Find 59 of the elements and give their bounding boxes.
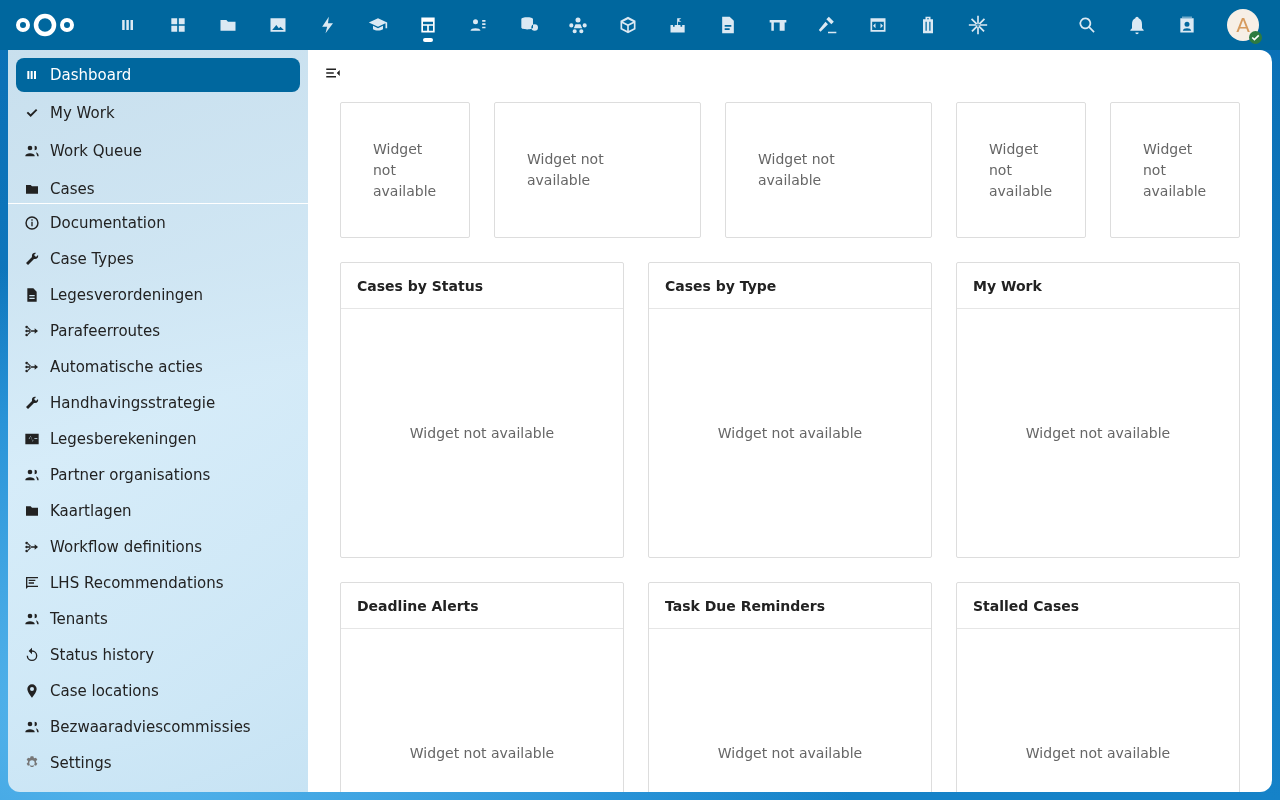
sidebar-item[interactable]: Settings	[16, 746, 308, 779]
wrench-icon	[24, 394, 40, 411]
sidebar-item[interactable]: Cases	[16, 172, 300, 203]
wrench-icon	[24, 250, 40, 267]
widget-message: Widget not available	[409, 425, 555, 441]
widget-message: Widget not available	[717, 425, 863, 441]
location-pin-icon	[24, 682, 40, 699]
widget-message: Widget not available	[758, 150, 836, 190]
sidebar-item[interactable]: Tenants	[16, 602, 308, 635]
widget-message: Widget not available	[527, 150, 605, 190]
contact-card-icon[interactable]	[1177, 15, 1197, 35]
sidebar-item[interactable]: Automatische acties	[16, 350, 308, 383]
sidebar-item[interactable]: Legesberekeningen	[16, 422, 308, 455]
logo-icon[interactable]	[15, 12, 75, 38]
widget-message: Widget not available	[373, 139, 437, 201]
sidebar-item[interactable]: Parafeerroutes	[16, 314, 308, 347]
widget-title: Deadline Alerts	[357, 597, 479, 614]
code-icon[interactable]	[868, 15, 888, 35]
image-icon[interactable]	[268, 15, 288, 35]
sidebar-item[interactable]: Workflow definitions	[16, 530, 308, 563]
comment-icon	[24, 574, 40, 591]
people-icon	[24, 143, 40, 159]
sidebar-item[interactable]: Case Types	[16, 242, 308, 275]
snowflake-icon[interactable]	[968, 15, 988, 35]
widget-message: Widget not available	[1143, 139, 1207, 201]
bell-icon[interactable]	[1127, 15, 1147, 35]
info-icon	[24, 214, 40, 231]
cube-icon[interactable]	[618, 15, 638, 35]
sidebar-item[interactable]: Documentation	[16, 206, 308, 239]
widget-message: Widget not available	[1025, 425, 1171, 441]
search-icon[interactable]	[1077, 15, 1097, 35]
widget-message: Widget not available	[717, 745, 863, 761]
sidebar-item[interactable]: Legesverordeningen	[16, 278, 308, 311]
widget-title: Stalled Cases	[973, 597, 1080, 614]
widget-message: Widget not available	[989, 139, 1053, 201]
active-indicator	[423, 38, 433, 42]
sidebar-item[interactable]: Kaartlagen	[16, 494, 308, 527]
sidebar-item[interactable]: Bezwaaradviescommissies	[16, 710, 308, 743]
sidebar-item[interactable]: Status history	[16, 638, 308, 671]
sidebar-item[interactable]: LHS Recommendations	[16, 566, 308, 599]
network-icon[interactable]	[568, 15, 588, 35]
refresh-icon	[24, 646, 40, 663]
gavel-icon[interactable]	[818, 15, 838, 35]
sidebar-item[interactable]: Work Queue	[16, 134, 300, 168]
castle-icon[interactable]	[668, 15, 688, 35]
widget-title: Cases by Type	[665, 277, 777, 294]
table-icon[interactable]	[418, 15, 438, 35]
sidebar-item[interactable]: Handhavingsstrategie	[16, 386, 308, 419]
sidebar-item[interactable]: My Work	[16, 96, 300, 130]
sidebar-item[interactable]: Case locations	[16, 674, 308, 707]
document-icon	[24, 286, 40, 303]
widget-title: My Work	[973, 277, 1042, 294]
widget-message: Widget not available	[1025, 745, 1171, 761]
widget-message: Widget not available	[409, 745, 555, 761]
widget-title: Cases by Status	[357, 277, 483, 294]
grid-icon[interactable]	[168, 15, 188, 35]
sidebar-item[interactable]: Dashboard	[16, 58, 300, 92]
sidebar-item[interactable]: Partner organisations	[16, 458, 308, 491]
widget-title: Task Due Reminders	[665, 597, 826, 614]
